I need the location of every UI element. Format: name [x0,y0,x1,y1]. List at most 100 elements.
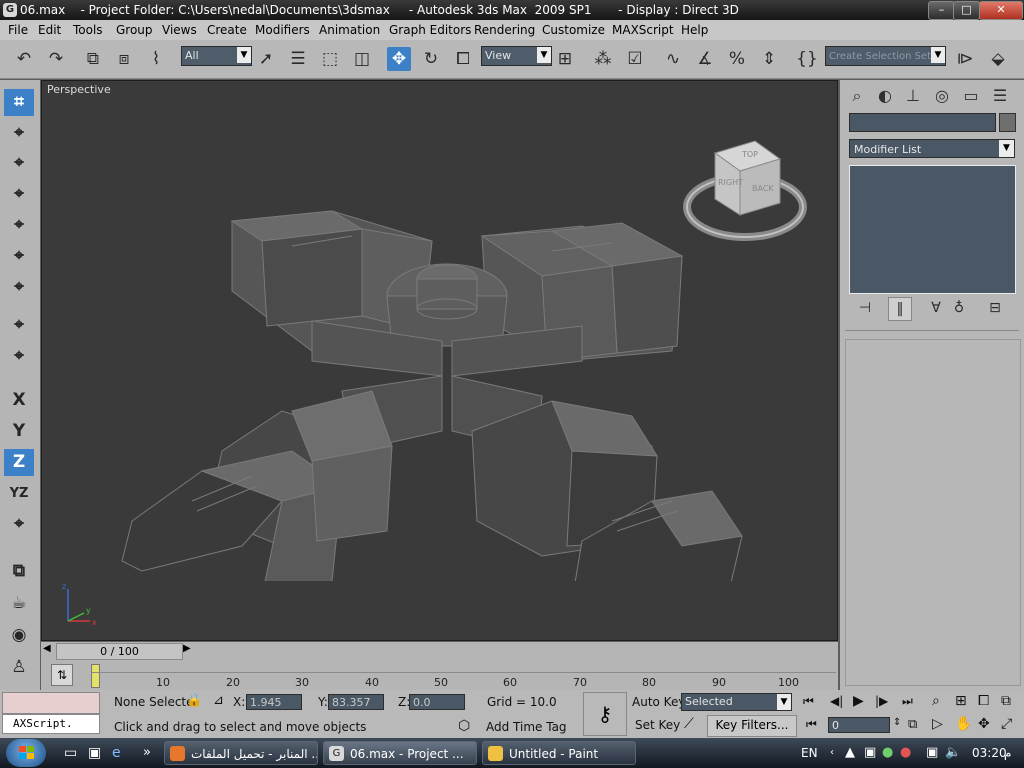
app-icon[interactable]: G [3,3,17,17]
frame-spinner-icon[interactable]: ⇕ [893,717,901,728]
constrain-x-button[interactable]: X [4,387,34,414]
next-key-icon[interactable]: |▶ [875,694,888,708]
absolute-mode-icon[interactable]: ⊿ [213,693,224,708]
reference-coord-dropdown[interactable]: View ▼ [481,46,552,66]
selection-filter-dropdown[interactable]: All ▼ [181,46,252,66]
zoom-all-icon[interactable]: ⊞ [955,693,967,709]
field-of-view-icon[interactable]: ▷ [932,716,943,732]
create-tab-icon[interactable]: ⌕ [845,85,869,107]
internet-explorer-icon[interactable]: e [112,738,121,768]
named-selection-dropdown[interactable]: Create Selection Set ▼ [825,46,946,66]
constrain-y-button[interactable]: Y [4,418,34,445]
tray-security-icon[interactable]: ● [900,738,911,768]
goto-start-icon[interactable]: ⏮ [803,694,814,709]
angle-snap-icon[interactable]: ∡ [693,47,717,71]
language-indicator[interactable]: EN [801,738,818,768]
tray-expand-icon[interactable]: ‹ [830,738,834,768]
object-color-swatch[interactable] [999,113,1016,132]
tray-user-icon[interactable]: ● [882,738,893,768]
select-by-name-icon[interactable]: ☰ [286,47,310,71]
maxscript-mini-listener[interactable]: AXScript. [2,714,100,734]
modifier-list-dropdown[interactable]: Modifier List ▼ [849,139,1015,158]
zoom-icon[interactable]: ⌕ [932,693,940,709]
isolate-icon[interactable]: ⬡ [458,718,470,734]
constrain-plane-icon[interactable]: ⌖ [4,511,34,538]
constrain-yz-button[interactable]: YZ [4,480,34,507]
time-config-icon[interactable]: ⧉ [908,717,917,732]
menu-views[interactable]: Views [162,20,197,40]
mirror-icon[interactable]: ⧐ [953,47,977,71]
minimize-button[interactable]: – [928,1,955,20]
taskbar-task-firefox[interactable]: المنابر - تحميل الملفات ... [164,741,318,765]
key-filters-button[interactable]: Key Filters... [707,715,797,737]
time-slider-thumb[interactable]: 0 / 100 [56,643,183,660]
menu-edit[interactable]: Edit [38,20,61,40]
show-desktop-icon[interactable]: ▭ [64,738,77,768]
snap-magnet-icon[interactable]: ⌖ [4,274,34,301]
prev-frame-icon[interactable]: ◀ [43,643,51,654]
taskbar-task-paint[interactable]: Untitled - Paint [482,741,636,765]
add-time-tag[interactable]: Add Time Tag [486,720,567,734]
key-mode-toggle-icon[interactable]: ⏮ [806,717,817,732]
mini-curve-editor-icon[interactable]: ⇅ [51,664,73,686]
maxscript-listener-pink[interactable] [2,692,100,714]
taskbar-task-3dsmax[interactable]: G 06.max - Project ... [323,741,477,765]
time-slider[interactable]: ◀ 0 / 100 ▶ [41,642,838,660]
menu-graph-editors[interactable]: Graph Editors [389,20,471,40]
keyboard-shortcut-override-icon[interactable]: ☑ [623,47,647,71]
constrain-z-button[interactable]: Z [4,449,34,476]
perspective-viewport[interactable]: Perspective TOP RIGHT BACK x y z [41,80,838,641]
prev-key-icon[interactable]: ◀| [830,694,843,708]
render-icon[interactable]: ◉ [4,622,34,649]
track-bar[interactable]: ⇅ 10 20 30 40 50 60 70 80 90 100 [41,660,838,690]
undo-icon[interactable]: ↶ [12,47,36,71]
y-coordinate-field[interactable]: 83.357 [328,694,384,710]
render-setup-icon[interactable]: ♙ [4,654,34,681]
window-crossing-icon[interactable]: ◫ [350,47,374,71]
display-tab-icon[interactable]: ▭ [959,85,983,107]
menu-tools[interactable]: Tools [73,20,103,40]
select-object-icon[interactable]: ➚ [254,47,278,71]
maximize-viewport-icon[interactable]: ⤢ [1001,716,1012,732]
use-pivot-center-icon[interactable]: ⊞ [553,47,577,71]
menu-create[interactable]: Create [207,20,247,40]
redo-icon[interactable]: ↷ [44,47,68,71]
set-key-icon[interactable]: ⚷ [583,692,627,736]
percent-snap-icon[interactable]: % [725,47,749,71]
menu-group[interactable]: Group [116,20,153,40]
select-and-link-icon[interactable]: ⧉ [81,47,105,71]
show-end-result-icon[interactable]: ‖ [888,297,912,321]
viewport-label[interactable]: Perspective [47,83,111,96]
quick-launch-expand[interactable]: » [143,738,151,768]
start-button[interactable] [6,739,46,767]
modify-tab-icon[interactable]: ◐ [873,85,897,107]
tray-icon[interactable]: ▲ [845,738,855,768]
menu-modifiers[interactable]: Modifiers [255,20,310,40]
default-tangent-icon[interactable]: ⟋ [684,716,694,732]
volume-icon[interactable]: 🔈 [945,738,961,768]
switch-windows-icon[interactable]: ▣ [88,738,101,768]
zoom-extents-icon[interactable]: ⧠ [978,693,989,709]
modifier-stack[interactable] [849,165,1016,294]
close-button[interactable]: ✕ [979,1,1023,20]
auto-key-button[interactable]: Auto Key [632,695,685,709]
select-and-scale-icon[interactable]: ⧠ [451,47,475,71]
bind-space-warp-icon[interactable]: ⌇ [144,47,168,71]
current-frame-field[interactable]: 0 [828,717,890,733]
tray-monitor-icon[interactable]: ▣ [926,738,938,768]
menu-help[interactable]: Help [681,20,708,40]
x-coordinate-field[interactable]: 1.945 [246,694,302,710]
snap-magnet-icon[interactable]: ⌖ [4,150,34,177]
snap-toggle-icon[interactable]: ⌗ [4,89,34,116]
hierarchy-tab-icon[interactable]: ⊥ [901,85,925,107]
snap-magnet-icon[interactable]: ⌖ [4,120,34,147]
utilities-tab-icon[interactable]: ☰ [988,85,1012,107]
select-and-move-icon[interactable]: ✥ [387,47,411,71]
unlink-icon[interactable]: ⧈ [112,47,136,71]
z-coordinate-field[interactable]: 0.0 [409,694,465,710]
menu-animation[interactable]: Animation [319,20,380,40]
select-and-rotate-icon[interactable]: ↻ [419,47,443,71]
make-unique-icon[interactable]: ∀ [925,297,947,319]
edit-named-selections-icon[interactable]: {} [795,47,819,71]
select-and-manipulate-icon[interactable]: ⁂ [591,47,615,71]
